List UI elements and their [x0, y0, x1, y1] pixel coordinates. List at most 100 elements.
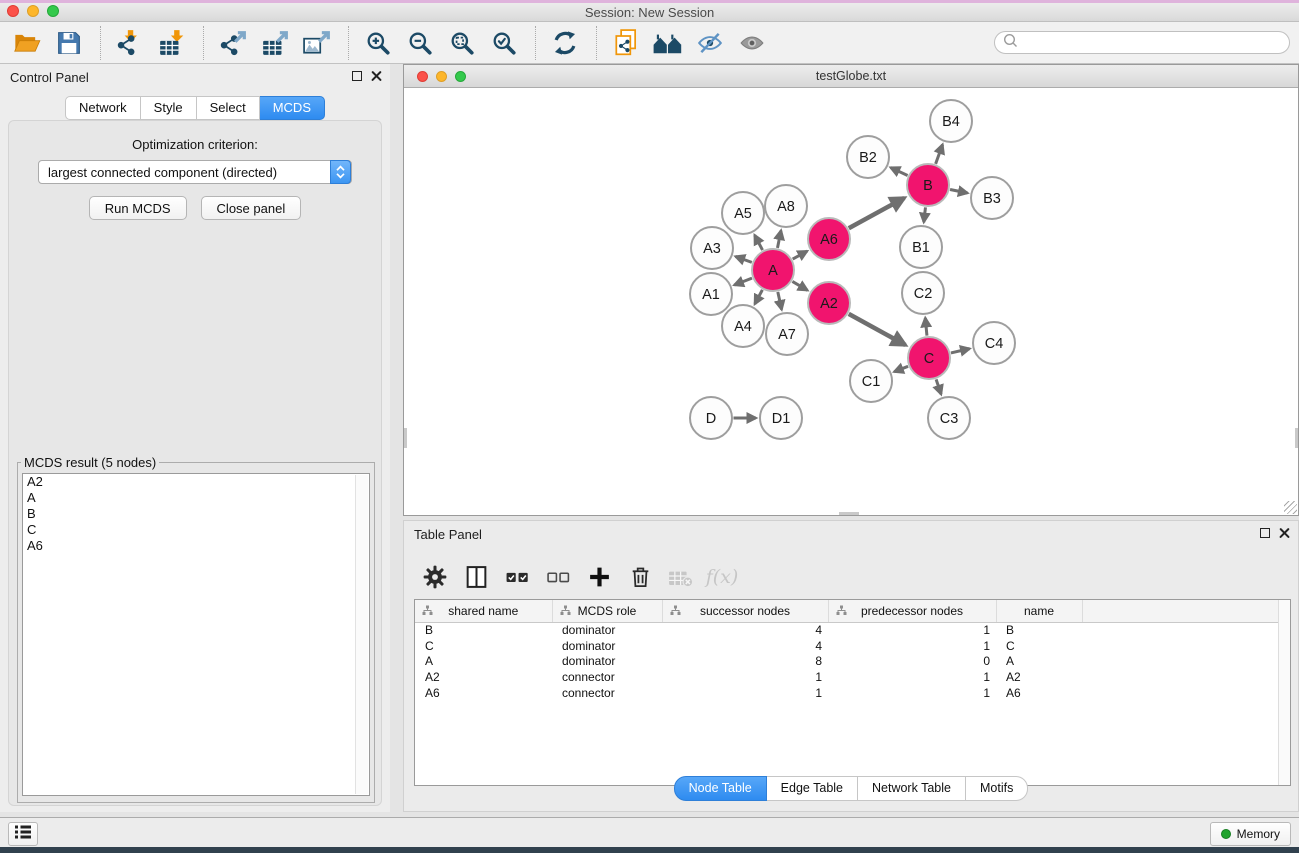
- edge-B-B2[interactable]: [891, 168, 908, 176]
- export-image-icon[interactable]: [300, 26, 334, 60]
- select-all-icon[interactable]: [504, 564, 530, 590]
- column-header-MCDS-role[interactable]: MCDS role: [552, 600, 662, 622]
- refresh-icon[interactable]: [548, 26, 582, 60]
- node-A8[interactable]: A8: [765, 185, 807, 227]
- mcds-result-item[interactable]: A: [23, 490, 369, 506]
- resize-grip[interactable]: [1284, 501, 1297, 514]
- mcds-result-item[interactable]: C: [23, 522, 369, 538]
- run-mcds-button[interactable]: Run MCDS: [89, 196, 187, 220]
- column-header-predecessor-nodes[interactable]: predecessor nodes: [828, 600, 996, 622]
- hide-eye-slash-icon[interactable]: [693, 26, 727, 60]
- tab-style[interactable]: Style: [141, 96, 197, 120]
- edge-A6-B[interactable]: [849, 198, 905, 228]
- deselect-all-icon[interactable]: [545, 564, 571, 590]
- table-row[interactable]: Cdominator41C: [415, 638, 1290, 654]
- node-A5[interactable]: A5: [722, 192, 764, 234]
- node-A2[interactable]: A2: [808, 282, 850, 324]
- close-table-panel-icon[interactable]: [1279, 527, 1290, 538]
- close-panel-button[interactable]: Close panel: [201, 196, 302, 220]
- tab-network[interactable]: Network: [65, 96, 141, 120]
- show-eye-icon[interactable]: [735, 26, 769, 60]
- float-table-panel-icon[interactable]: [1260, 528, 1270, 538]
- table-row[interactable]: Adominator80A: [415, 653, 1290, 669]
- node-A1[interactable]: A1: [690, 273, 732, 315]
- node-D[interactable]: D: [690, 397, 732, 439]
- edge-A-A3[interactable]: [736, 256, 752, 262]
- table-settings-gear-icon[interactable]: [422, 564, 448, 590]
- export-network-icon[interactable]: [216, 26, 250, 60]
- table-row[interactable]: A6connector11A6: [415, 685, 1290, 701]
- optimization-criterion-select[interactable]: largest connected component (directed): [38, 160, 352, 184]
- show-columns-icon[interactable]: [463, 564, 489, 590]
- zoom-out-icon[interactable]: [403, 26, 437, 60]
- search-input[interactable]: [1022, 36, 1289, 50]
- node-C3[interactable]: C3: [928, 397, 970, 439]
- edge-A2-C[interactable]: [849, 314, 906, 345]
- network-window-titlebar[interactable]: testGlobe.txt: [404, 65, 1298, 88]
- edge-A-A2[interactable]: [792, 281, 807, 290]
- node-B1[interactable]: B1: [900, 226, 942, 268]
- edge-C-C3[interactable]: [936, 379, 941, 394]
- column-header-name[interactable]: name: [996, 600, 1082, 622]
- edge-B-B1[interactable]: [924, 207, 926, 222]
- edge-A-A7[interactable]: [778, 292, 782, 310]
- search-field[interactable]: [994, 31, 1290, 54]
- edge-A-A4[interactable]: [755, 290, 763, 304]
- close-panel-icon[interactable]: [371, 70, 382, 81]
- task-history-button[interactable]: [8, 822, 38, 846]
- node-C2[interactable]: C2: [902, 272, 944, 314]
- mcds-result-item[interactable]: A2: [23, 474, 369, 490]
- node-B4[interactable]: B4: [930, 100, 972, 142]
- node-B2[interactable]: B2: [847, 136, 889, 178]
- edge-C-C4[interactable]: [951, 349, 970, 353]
- delete-row-trash-icon[interactable]: [627, 564, 653, 590]
- edge-A-A8[interactable]: [777, 230, 781, 247]
- result-scrollbar[interactable]: [355, 475, 368, 794]
- export-table-icon[interactable]: [258, 26, 292, 60]
- node-B[interactable]: B: [907, 164, 949, 206]
- zoom-fit-icon[interactable]: [445, 26, 479, 60]
- edge-A-A6[interactable]: [793, 251, 807, 259]
- edge-C-C2[interactable]: [925, 318, 927, 336]
- right-scroll-thumb[interactable]: [1295, 428, 1298, 448]
- import-network-icon[interactable]: [113, 26, 147, 60]
- node-C4[interactable]: C4: [973, 322, 1015, 364]
- mcds-result-item[interactable]: A6: [23, 538, 369, 554]
- import-table-icon[interactable]: [155, 26, 189, 60]
- mcds-result-list[interactable]: A2ABCA6: [22, 473, 370, 796]
- tab-node-table[interactable]: Node Table: [674, 776, 767, 801]
- open-session-icon[interactable]: [10, 26, 44, 60]
- table-row[interactable]: Bdominator41B: [415, 622, 1290, 638]
- table-scrollbar[interactable]: [1278, 600, 1290, 785]
- add-row-icon[interactable]: [586, 564, 612, 590]
- memory-button[interactable]: Memory: [1210, 822, 1291, 846]
- table-row[interactable]: A2connector11A2: [415, 669, 1290, 685]
- node-A4[interactable]: A4: [722, 305, 764, 347]
- mcds-result-item[interactable]: B: [23, 506, 369, 522]
- edge-C-C1[interactable]: [894, 366, 908, 371]
- column-header-shared-name[interactable]: shared name: [415, 600, 552, 622]
- edge-B-B3[interactable]: [950, 189, 967, 193]
- zoom-in-icon[interactable]: [361, 26, 395, 60]
- bottom-scroll-thumb[interactable]: [839, 512, 859, 515]
- node-A7[interactable]: A7: [766, 313, 808, 355]
- tab-mcds[interactable]: MCDS: [260, 96, 325, 120]
- node-D1[interactable]: D1: [760, 397, 802, 439]
- float-panel-icon[interactable]: [352, 71, 362, 81]
- save-session-icon[interactable]: [52, 26, 86, 60]
- tab-motifs[interactable]: Motifs: [966, 776, 1028, 801]
- node-A6[interactable]: A6: [808, 218, 850, 260]
- zoom-selected-icon[interactable]: [487, 26, 521, 60]
- tab-edge-table[interactable]: Edge Table: [767, 776, 858, 801]
- network-canvas[interactable]: AA1A3A5A8A4A7A6A2BB2B4B3B1C2CC4C1C3DD1: [404, 88, 1298, 515]
- tab-network-table[interactable]: Network Table: [858, 776, 966, 801]
- left-scroll-thumb[interactable]: [404, 428, 407, 448]
- home-icon[interactable]: [651, 26, 685, 60]
- tab-select[interactable]: Select: [197, 96, 260, 120]
- edge-B-B4[interactable]: [936, 145, 943, 164]
- column-header-successor-nodes[interactable]: successor nodes: [662, 600, 828, 622]
- edge-A-A5[interactable]: [755, 235, 763, 250]
- node-B3[interactable]: B3: [971, 177, 1013, 219]
- node-A3[interactable]: A3: [691, 227, 733, 269]
- edge-A-A1[interactable]: [734, 278, 752, 285]
